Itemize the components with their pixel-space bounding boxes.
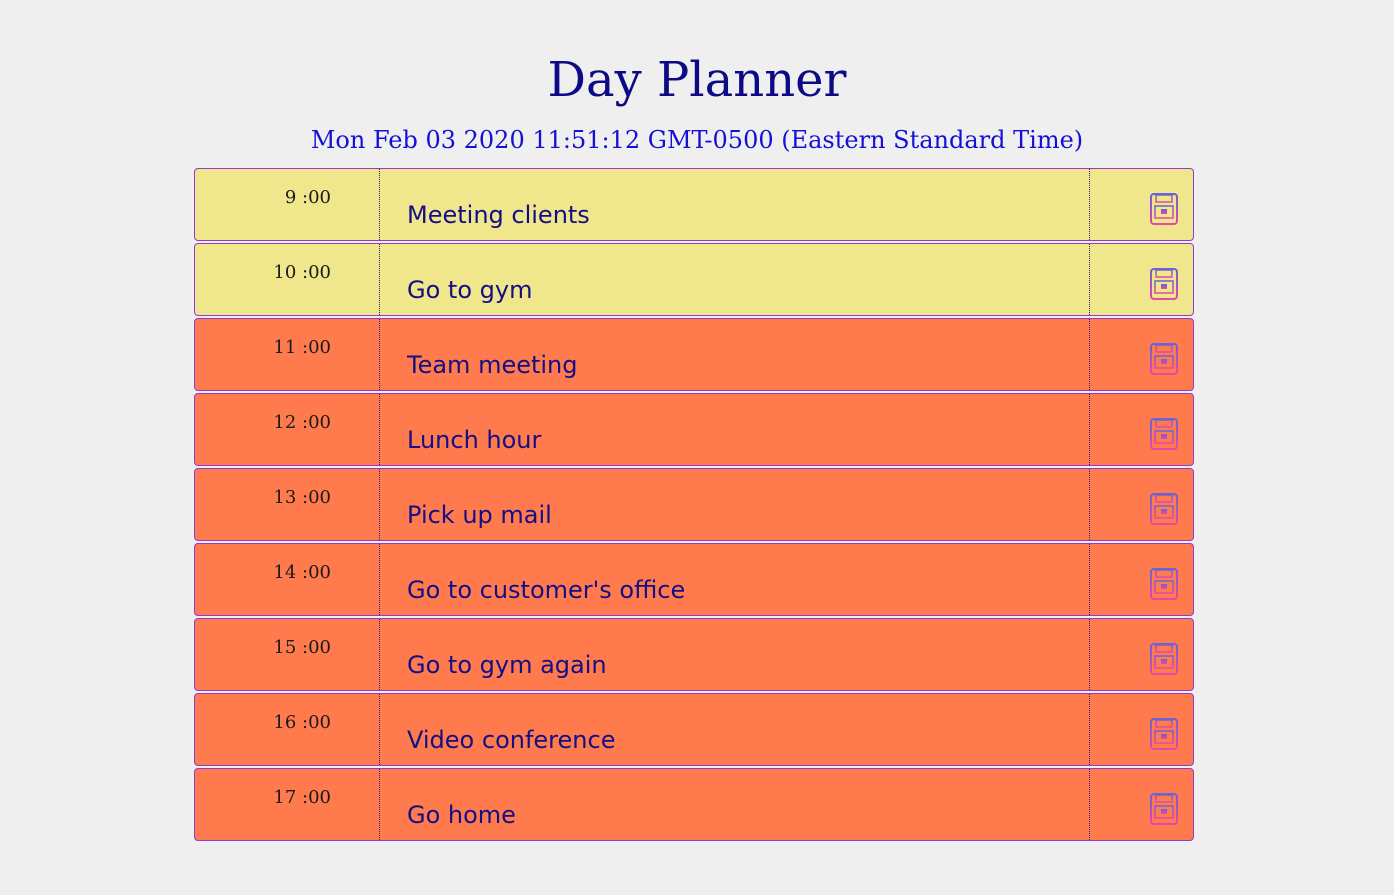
time-block-15: 15 :00 <box>194 618 1194 691</box>
event-input[interactable] <box>381 469 1090 540</box>
hour-label: 14 :00 <box>195 544 380 615</box>
event-input[interactable] <box>381 394 1090 465</box>
event-input[interactable] <box>381 544 1090 615</box>
hour-text: 10 :00 <box>273 262 331 283</box>
event-input[interactable] <box>381 319 1090 390</box>
hour-label: 12 :00 <box>195 394 380 465</box>
hour-label: 13 :00 <box>195 469 380 540</box>
time-block-17: 17 :00 <box>194 768 1194 841</box>
hour-label: 15 :00 <box>195 619 380 690</box>
hour-label: 16 :00 <box>195 694 380 765</box>
page-title: Day Planner <box>547 52 847 108</box>
time-block-11: 11 :00 <box>194 318 1194 391</box>
save-button[interactable] <box>1091 244 1193 315</box>
hour-text: 11 :00 <box>273 337 331 358</box>
event-input[interactable] <box>381 694 1090 765</box>
time-block-9: 9 :00 <box>194 168 1194 241</box>
hour-label: 11 :00 <box>195 319 380 390</box>
hour-label: 17 :00 <box>195 769 380 840</box>
time-block-16: 16 :00 <box>194 693 1194 766</box>
hour-text: 9 :00 <box>284 187 331 208</box>
hour-text: 13 :00 <box>273 487 331 508</box>
hour-text: 17 :00 <box>273 787 331 808</box>
event-input[interactable] <box>381 769 1090 840</box>
save-button[interactable] <box>1091 769 1193 840</box>
event-input[interactable] <box>381 169 1090 240</box>
current-date: Mon Feb 03 2020 11:51:12 GMT-0500 (Easte… <box>310 126 1084 154</box>
hour-text: 16 :00 <box>273 712 331 733</box>
save-button[interactable] <box>1091 319 1193 390</box>
save-button[interactable] <box>1091 169 1193 240</box>
event-input[interactable] <box>381 244 1090 315</box>
hour-text: 12 :00 <box>273 412 331 433</box>
hour-text: 15 :00 <box>273 637 331 658</box>
time-block-12: 12 :00 <box>194 393 1194 466</box>
time-block-10: 10 :00 <box>194 243 1194 316</box>
save-button[interactable] <box>1091 544 1193 615</box>
planner: 9 :00 10 :00 11 :00 12 :00 13 :00 14 :00… <box>194 168 1194 843</box>
save-button[interactable] <box>1091 619 1193 690</box>
save-button[interactable] <box>1091 469 1193 540</box>
hour-label: 9 :00 <box>195 169 380 240</box>
time-block-13: 13 :00 <box>194 468 1194 541</box>
save-button[interactable] <box>1091 694 1193 765</box>
event-input[interactable] <box>381 619 1090 690</box>
hour-text: 14 :00 <box>273 562 331 583</box>
save-button[interactable] <box>1091 394 1193 465</box>
time-block-14: 14 :00 <box>194 543 1194 616</box>
hour-label: 10 :00 <box>195 244 380 315</box>
